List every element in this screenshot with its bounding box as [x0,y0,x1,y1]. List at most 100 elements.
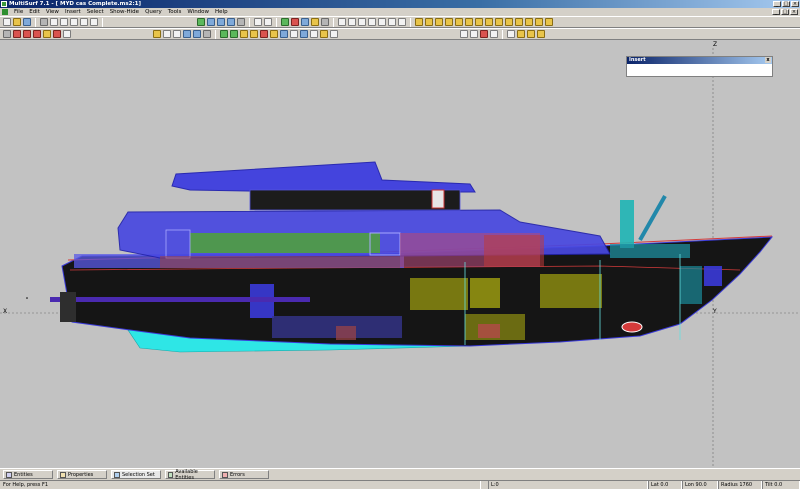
highlight-icon[interactable] [517,30,525,38]
zoom-window-icon[interactable] [358,18,366,26]
tab-available-entities[interactable]: Available Entities [165,469,215,481]
view-settings-icon[interactable] [237,18,245,26]
align-icon[interactable] [193,30,201,38]
lights-icon[interactable] [321,18,329,26]
pick-graphic-icon[interactable] [485,18,493,26]
center-icon[interactable] [398,18,406,26]
save-icon[interactable] [23,18,31,26]
insert-panel-close-button[interactable]: x [765,57,771,63]
zoom-in-icon[interactable] [338,18,346,26]
isolate-icon[interactable] [250,30,258,38]
mirror-icon[interactable] [183,30,191,38]
marker-icon[interactable] [527,30,535,38]
select-box-icon[interactable] [470,30,478,38]
menu-insert[interactable]: Insert [62,8,84,16]
grid-icon[interactable] [281,18,289,26]
properties-icon[interactable] [63,30,71,38]
arrow-right-icon[interactable] [173,30,181,38]
redo-icon[interactable] [90,18,98,26]
pick-ring-icon[interactable] [515,18,523,26]
layer-red-icon[interactable] [13,30,21,38]
doc-restore-button[interactable]: □ [781,9,789,15]
menu-help[interactable]: Help [212,8,231,16]
view-top-icon[interactable] [227,18,235,26]
material-icon[interactable] [43,30,51,38]
toggle-icon[interactable] [280,30,288,38]
pan-icon[interactable] [378,18,386,26]
rotate-right-icon[interactable] [264,18,272,26]
pick-contour-icon[interactable] [465,18,473,26]
menu-file[interactable]: File [11,8,26,16]
maximize-button[interactable]: □ [782,1,790,7]
cursor-icon[interactable] [507,30,515,38]
pick-point-icon[interactable] [415,18,423,26]
rotate-left-icon[interactable] [254,18,262,26]
doc-close-button[interactable]: × [790,9,798,15]
zoom-out-icon[interactable] [348,18,356,26]
cut-icon[interactable] [50,18,58,26]
delete-icon[interactable] [53,30,61,38]
view-iso-icon[interactable] [197,18,205,26]
tag-icon[interactable] [320,30,328,38]
arrow-left-icon[interactable] [163,30,171,38]
refresh-icon[interactable] [388,18,396,26]
pick-surface-icon[interactable] [435,18,443,26]
tab-properties[interactable]: Properties [57,470,107,479]
notes-icon[interactable] [330,30,338,38]
pick-magnet-icon[interactable] [505,18,513,26]
zoom-all-icon[interactable] [368,18,376,26]
select-icon[interactable] [460,30,468,38]
minimize-button[interactable]: _ [773,1,781,7]
tab-entities[interactable]: Entities [3,470,53,479]
pick-label-icon[interactable] [475,18,483,26]
pick-plane-icon[interactable] [535,18,543,26]
model-icon[interactable] [3,30,11,38]
pick-all-icon[interactable] [545,18,553,26]
view-side-icon[interactable] [217,18,225,26]
dimension-icon[interactable] [537,30,545,38]
menu-edit[interactable]: Edit [26,8,43,16]
pick-bead-icon[interactable] [525,18,533,26]
yacht-model-canvas[interactable] [0,40,800,468]
menu-window[interactable]: Window [184,8,212,16]
measure-icon[interactable] [203,30,211,38]
pick-snake-icon[interactable] [445,18,453,26]
hide-selected-icon[interactable] [260,30,268,38]
menu-show-hide[interactable]: Show-Hide [107,8,142,16]
undo-icon[interactable] [80,18,88,26]
layers-icon[interactable] [300,30,308,38]
menu-tools[interactable]: Tools [165,8,185,16]
insert-panel[interactable]: Insert x [626,56,773,77]
filter-icon[interactable] [290,30,298,38]
new-file-icon[interactable] [3,18,11,26]
show-all-icon[interactable] [270,30,278,38]
copy-icon[interactable] [60,18,68,26]
close-button[interactable]: × [791,1,799,7]
info-icon[interactable] [310,30,318,38]
print-icon[interactable] [40,18,48,26]
select-clear-icon[interactable] [480,30,488,38]
select-all-icon[interactable] [490,30,498,38]
doc-minimize-button[interactable]: _ [772,9,780,15]
view-front-icon[interactable] [207,18,215,26]
insert-panel-header[interactable]: Insert x [627,57,772,64]
document-icon[interactable] [2,9,8,15]
entity-icon[interactable] [33,30,41,38]
arrow-up-icon[interactable] [153,30,161,38]
pick-frame-icon[interactable] [495,18,503,26]
axes-icon[interactable] [291,18,299,26]
layer-color-icon[interactable] [23,30,31,38]
paste-icon[interactable] [70,18,78,26]
render-icon[interactable] [311,18,319,26]
menu-view[interactable]: View [43,8,62,16]
hide-icon[interactable] [230,30,238,38]
pick-curve-icon[interactable] [425,18,433,26]
tab-errors[interactable]: Errors [219,470,269,479]
visible-icon[interactable] [220,30,228,38]
tab-selection-set[interactable]: Selection Set [111,470,161,479]
show-icon[interactable] [240,30,248,38]
menu-query[interactable]: Query [142,8,165,16]
pick-solid-icon[interactable] [455,18,463,26]
shade-icon[interactable] [301,18,309,26]
model-viewport[interactable]: Z X Y [0,40,800,468]
